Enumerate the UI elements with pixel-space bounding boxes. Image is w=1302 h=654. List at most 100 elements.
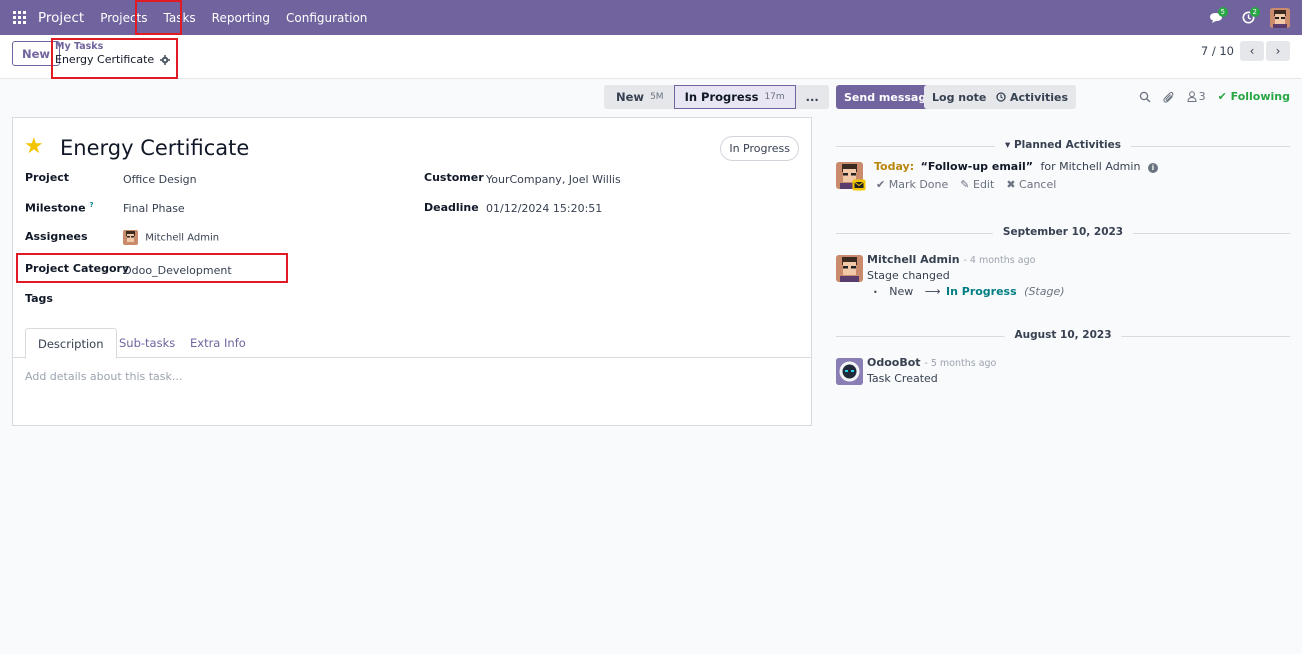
deadline-field[interactable]: 01/12/2024 15:20:51 bbox=[486, 202, 602, 215]
activity-title: “Follow-up email” bbox=[920, 160, 1033, 173]
message-body: Stage changed bbox=[867, 269, 950, 282]
close-icon: ✖ bbox=[1006, 178, 1016, 191]
stage-more[interactable]: ... bbox=[795, 85, 829, 109]
tags-label: Tags bbox=[25, 292, 53, 305]
pager-previous-icon[interactable]: ‹ bbox=[1240, 41, 1264, 61]
cancel-button[interactable]: ✖ Cancel bbox=[1006, 178, 1056, 191]
planned-activities-label: Planned Activities bbox=[1013, 139, 1121, 151]
followers-count: 3 bbox=[1198, 90, 1206, 103]
mark-done-label: Mark Done bbox=[888, 178, 949, 191]
date-separator: August 10, 2023 bbox=[836, 329, 1290, 341]
planned-activities-toggle[interactable]: ▾ Planned Activities bbox=[995, 139, 1131, 151]
assignees-field[interactable]: Mitchell Admin bbox=[123, 230, 219, 245]
tracking-old-value: New bbox=[889, 285, 914, 298]
user-icon bbox=[1187, 91, 1197, 102]
breadcrumb-current: Energy Certificate bbox=[55, 53, 171, 66]
check-icon: ✔ bbox=[1217, 90, 1227, 103]
task-form-sheet: ★ Energy Certificate In Progress Project… bbox=[12, 117, 812, 426]
message-avatar[interactable] bbox=[836, 255, 863, 282]
activity-when: Today: bbox=[874, 160, 915, 173]
message-date: - 4 months ago bbox=[963, 255, 1036, 266]
stage-new-label: New bbox=[616, 90, 645, 104]
following-button[interactable]: ✔ Following bbox=[1218, 90, 1290, 103]
message-body: Task Created bbox=[867, 372, 938, 385]
menu-reporting[interactable]: Reporting bbox=[204, 0, 278, 35]
menu-tasks[interactable]: Tasks bbox=[156, 0, 204, 35]
customer-label: Customer bbox=[424, 171, 484, 184]
following-label: Following bbox=[1230, 90, 1290, 103]
envelope-icon bbox=[852, 179, 866, 191]
customer-field[interactable]: YourCompany, Joel Willis bbox=[486, 173, 621, 186]
tracking-new-value: In Progress bbox=[946, 285, 1017, 298]
new-button[interactable]: New bbox=[12, 41, 61, 66]
tracking-value: • New ⟶ In Progress (Stage) bbox=[873, 285, 1065, 298]
project-label: Project bbox=[25, 171, 70, 184]
odoobot-avatar[interactable] bbox=[836, 358, 863, 385]
project-category-field[interactable]: Odoo_Development bbox=[123, 264, 232, 277]
tab-sub-tasks[interactable]: Sub-tasks bbox=[107, 328, 187, 358]
tracking-field: (Stage) bbox=[1024, 285, 1065, 298]
activities-button-label: Activities bbox=[1010, 90, 1069, 104]
activity-actions: ✔ Mark Done ✎ Edit ✖ Cancel bbox=[876, 178, 1056, 191]
stage-statusbar: New 5M In Progress 17m ... bbox=[604, 85, 829, 109]
assignee-avatar bbox=[123, 230, 138, 245]
breadcrumb-parent[interactable]: My Tasks bbox=[55, 41, 103, 52]
messages-icon[interactable]: 5 bbox=[1200, 0, 1232, 35]
stage-new-time: 5M bbox=[650, 92, 664, 102]
task-title[interactable]: Energy Certificate bbox=[60, 136, 249, 160]
message-author-name: Mitchell Admin bbox=[867, 253, 960, 266]
message-author-name: OdooBot bbox=[867, 356, 921, 369]
info-icon[interactable]: i bbox=[1147, 163, 1158, 173]
breadcrumb-current-label: Energy Certificate bbox=[55, 53, 155, 66]
edit-button[interactable]: ✎ Edit bbox=[960, 178, 994, 191]
message-date: - 5 months ago bbox=[924, 358, 997, 369]
log-note-button[interactable]: Log note bbox=[924, 85, 995, 109]
edit-label: Edit bbox=[973, 178, 995, 191]
stage-in-progress[interactable]: In Progress 17m bbox=[673, 85, 796, 109]
check-icon: ✔ bbox=[876, 178, 886, 191]
pager-value[interactable]: 7 / 10 bbox=[1201, 44, 1234, 58]
stage-new[interactable]: New 5M bbox=[604, 85, 674, 109]
project-field[interactable]: Office Design bbox=[123, 173, 197, 186]
activities-clock-icon[interactable]: 2 bbox=[1232, 0, 1264, 35]
user-avatar[interactable] bbox=[1270, 7, 1290, 28]
date-label: September 10, 2023 bbox=[992, 226, 1134, 238]
tab-description[interactable]: Description bbox=[25, 328, 117, 359]
message-author[interactable]: Mitchell Admin - 4 months ago bbox=[867, 253, 1035, 266]
milestone-field[interactable]: Final Phase bbox=[123, 202, 185, 215]
search-icon[interactable] bbox=[1139, 91, 1151, 103]
tab-extra-info[interactable]: Extra Info bbox=[178, 328, 258, 358]
paperclip-icon[interactable] bbox=[1162, 91, 1175, 103]
activities-badge: 2 bbox=[1249, 7, 1260, 17]
activities-button[interactable]: Activities bbox=[988, 85, 1077, 109]
date-label: August 10, 2023 bbox=[1004, 329, 1122, 341]
deadline-label: Deadline bbox=[424, 201, 479, 214]
planned-activities-separator: ▾ Planned Activities bbox=[836, 139, 1290, 151]
chatter-tools: 3 ✔ Following bbox=[1139, 90, 1290, 103]
milestone-help-icon[interactable]: ? bbox=[89, 201, 93, 209]
activity-summary: Today: “Follow-up email” for Mitchell Ad… bbox=[874, 160, 1158, 173]
message-author[interactable]: OdooBot - 5 months ago bbox=[867, 356, 996, 369]
messages-badge: 5 bbox=[1217, 7, 1228, 17]
milestone-label: Milestone ? bbox=[25, 201, 94, 215]
gear-icon[interactable] bbox=[160, 54, 171, 65]
mark-done-button[interactable]: ✔ Mark Done bbox=[876, 178, 948, 191]
star-icon[interactable]: ★ bbox=[24, 134, 44, 159]
control-panel: New My Tasks Energy Certificate 7 / 10 ‹… bbox=[0, 35, 1302, 79]
menu-configuration[interactable]: Configuration bbox=[278, 0, 375, 35]
app-name[interactable]: Project bbox=[38, 10, 84, 26]
followers-button[interactable]: 3 bbox=[1187, 90, 1206, 103]
pencil-icon: ✎ bbox=[960, 178, 970, 191]
stage-in-progress-label: In Progress bbox=[684, 90, 759, 104]
arrow-right-icon: ⟶ bbox=[924, 285, 941, 298]
description-editor[interactable]: Add details about this task... bbox=[25, 370, 182, 383]
stage-badge: In Progress bbox=[720, 136, 799, 161]
apps-menu-icon[interactable] bbox=[0, 0, 38, 35]
pager-next-icon[interactable]: › bbox=[1266, 41, 1290, 61]
menu-projects[interactable]: Projects bbox=[92, 0, 155, 35]
activity-assignee: for Mitchell Admin bbox=[1040, 160, 1141, 173]
date-separator: September 10, 2023 bbox=[836, 226, 1290, 238]
milestone-label-text: Milestone bbox=[25, 201, 86, 215]
assignees-label: Assignees bbox=[25, 230, 88, 243]
top-navbar: Project Projects Tasks Reporting Configu… bbox=[0, 0, 1302, 35]
